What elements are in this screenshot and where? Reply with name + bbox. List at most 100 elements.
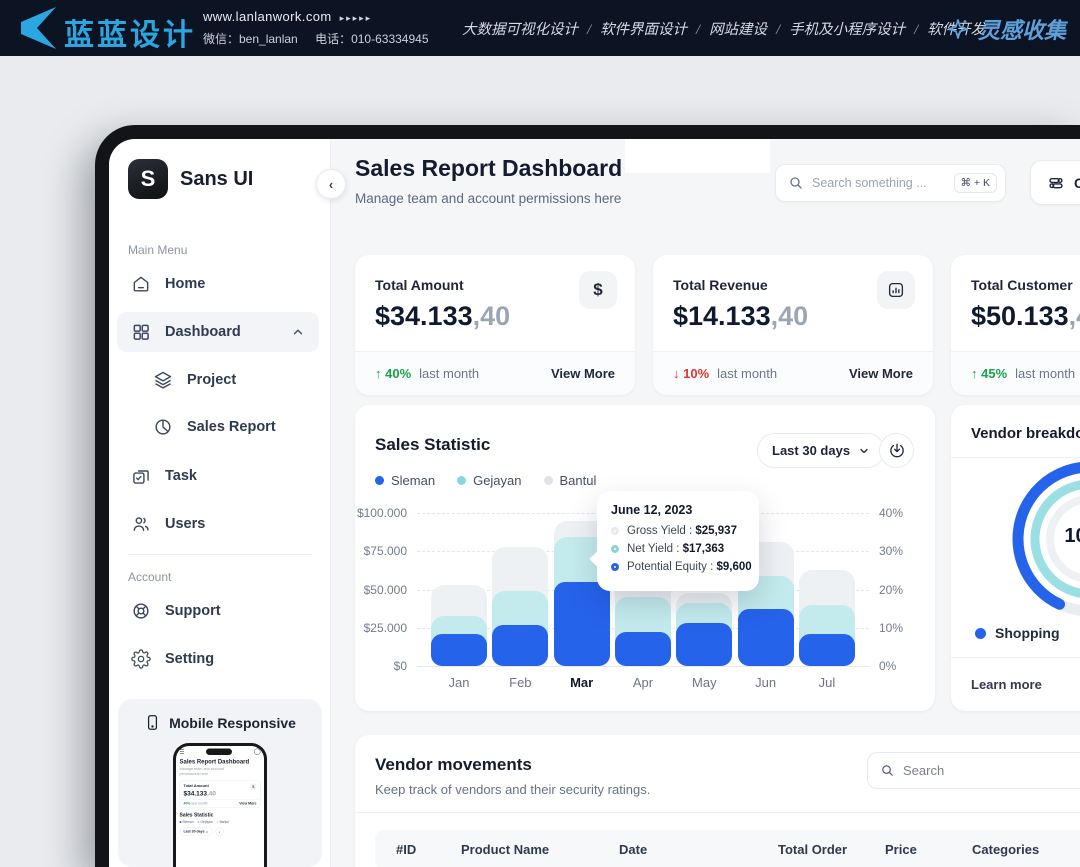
sidebar-item-home[interactable]: Home bbox=[117, 264, 319, 304]
table-search[interactable] bbox=[867, 752, 1080, 789]
mini-card-title: Total Amount bbox=[184, 784, 257, 789]
sidebar-item-label: Dashboard bbox=[165, 324, 241, 340]
account-label: Account bbox=[128, 570, 171, 584]
bar-sleman bbox=[799, 634, 855, 666]
customize-label: Cu bbox=[1074, 175, 1080, 191]
table-column-header: Price bbox=[885, 842, 917, 857]
mini-subtitle: Manage team and account permissions here bbox=[180, 767, 235, 777]
chart-bar-group bbox=[431, 513, 487, 666]
legend-dot bbox=[375, 476, 384, 485]
vendor-breakdown-card: Vendor breakdown 100% Shopping Learn mor… bbox=[951, 405, 1080, 711]
stat-title: Total Amount bbox=[375, 277, 464, 293]
sales-statistic-card: Sales Statistic Sleman Gejayan Bantul La… bbox=[355, 405, 935, 711]
table-column-header: Date bbox=[619, 842, 647, 857]
sidebar-item-label: Project bbox=[187, 372, 236, 388]
lanlan-logo-icon bbox=[14, 7, 60, 49]
brand-logo-icon: S bbox=[128, 159, 168, 199]
table-column-header: Product Name bbox=[461, 842, 549, 857]
mini-section-title: Sales Statistic bbox=[180, 813, 261, 819]
sidebar-item-users[interactable]: Users bbox=[117, 504, 319, 544]
donut-center-value: 100% bbox=[1050, 525, 1080, 548]
stat-title: Total Revenue bbox=[673, 277, 768, 293]
stat-card-total-customer: Total Customer $50.133,40 ↑ 45% last mon… bbox=[951, 255, 1080, 395]
sidebar-collapse-button[interactable]: ‹ bbox=[316, 169, 346, 199]
sidebar-item-sales-report[interactable]: Sales Report bbox=[117, 407, 319, 447]
chart-tooltip: June 12, 2023 Gross Yield : $25,937 Net … bbox=[597, 491, 759, 591]
mini-search-icon bbox=[254, 749, 261, 756]
banner-website[interactable]: www.lanlanwork.com bbox=[203, 9, 332, 24]
bar-sleman bbox=[492, 625, 548, 666]
banner-menu: 大数据可视化设计/软件界面设计/网站建设/手机及小程序设计/软件开发 bbox=[462, 18, 912, 39]
banner-menu-item[interactable]: 软件界面设计 bbox=[600, 22, 687, 38]
date-range-dropdown[interactable]: Last 30 days bbox=[757, 433, 885, 468]
x-axis-label: Jan bbox=[431, 675, 487, 690]
stat-title: Total Customer bbox=[971, 277, 1073, 293]
trend-badge: ↓ 10% bbox=[673, 366, 709, 381]
bar-sleman bbox=[738, 609, 794, 666]
banner-collect-link[interactable]: 灵感收集 bbox=[946, 13, 1066, 45]
brand-name: Sans UI bbox=[180, 168, 253, 191]
page-subtitle: Manage team and account permissions here bbox=[355, 191, 621, 206]
learn-more-link[interactable]: Learn more bbox=[971, 677, 1042, 692]
x-axis-label: Apr bbox=[615, 675, 671, 690]
chevron-up-icon bbox=[291, 325, 305, 339]
page-title: Sales Report Dashboard bbox=[355, 155, 622, 182]
mini-menu-icon: ☰ bbox=[180, 749, 185, 756]
banner-menu-item[interactable]: 手机及小程序设计 bbox=[789, 22, 905, 38]
trend-badge: ↑ 40% bbox=[375, 366, 411, 381]
sidebar-item-label: Task bbox=[165, 468, 197, 484]
table-search-input[interactable] bbox=[903, 763, 1080, 778]
sidebar-item-label: Users bbox=[165, 516, 205, 532]
view-more-link[interactable]: View More bbox=[849, 366, 913, 381]
table-column-header: Categories bbox=[972, 842, 1039, 857]
banner-collect-label: 灵感收集 bbox=[978, 13, 1066, 45]
stat-value: $50.133 bbox=[971, 301, 1069, 331]
sidebar-item-project[interactable]: Project bbox=[117, 360, 319, 400]
bar-sleman bbox=[676, 623, 732, 666]
x-axis-label: May bbox=[676, 675, 732, 690]
x-axis-label: Mar bbox=[554, 675, 610, 690]
banner-contact: www.lanlanwork.com▸▸▸▸▸ 微信：ben_lanlan 电话… bbox=[203, 9, 443, 47]
users-icon bbox=[131, 514, 151, 534]
main-menu-label: Main Menu bbox=[128, 243, 187, 257]
sidebar-item-label: Home bbox=[165, 276, 205, 292]
banner-menu-item[interactable]: 网站建设 bbox=[709, 22, 767, 38]
y-axis-right: 40%30%20%10%0% bbox=[879, 513, 923, 666]
sidebar-item-label: Support bbox=[165, 603, 221, 619]
stat-value: $14.133 bbox=[673, 301, 771, 331]
legend-dot bbox=[544, 476, 553, 485]
brand: S Sans UI bbox=[128, 159, 253, 199]
banner-menu-item[interactable]: 大数据可视化设计 bbox=[462, 22, 578, 38]
mini-title: Sales Report Dashboard bbox=[180, 758, 261, 765]
banner-phone: 电话：010-63334945 bbox=[315, 32, 428, 46]
legend-dot bbox=[975, 628, 986, 639]
mobile-card-title: Mobile Responsive bbox=[169, 715, 296, 731]
bar-sleman bbox=[431, 634, 487, 666]
dollar-icon: $ bbox=[579, 271, 617, 309]
shortcut-badge: ⌘ + K bbox=[954, 173, 997, 193]
sidebar-item-setting[interactable]: Setting bbox=[117, 639, 319, 679]
search-icon bbox=[788, 175, 804, 191]
task-check-icon bbox=[131, 466, 151, 486]
sidebar: S Sans UI Main Menu Home Dashboard Proje… bbox=[109, 139, 331, 867]
table-column-header: #ID bbox=[396, 842, 416, 857]
search-input[interactable] bbox=[812, 176, 954, 190]
trend-note: last month bbox=[1015, 366, 1075, 381]
customize-button[interactable]: Cu bbox=[1030, 160, 1080, 205]
global-search[interactable]: ⌘ + K bbox=[775, 164, 1006, 202]
search-icon bbox=[880, 763, 895, 778]
phone-mockup: ☰ Sales Report Dashboard Manage team and… bbox=[173, 743, 267, 867]
gear-icon bbox=[131, 649, 151, 669]
sidebar-item-dashboard[interactable]: Dashboard bbox=[117, 312, 319, 352]
legend-dot bbox=[457, 476, 466, 485]
dashboard-screen: S Sans UI Main Menu Home Dashboard Proje… bbox=[109, 139, 1080, 867]
sidebar-item-label: Setting bbox=[165, 651, 214, 667]
sidebar-item-task[interactable]: Task bbox=[117, 456, 319, 496]
sidebar-item-support[interactable]: Support bbox=[117, 591, 319, 631]
dashboard-grid-icon bbox=[131, 322, 151, 342]
x-axis-label: Jun bbox=[738, 675, 794, 690]
view-more-link[interactable]: View More bbox=[551, 366, 615, 381]
mini-stat-card: $ Total Amount $34.133,40 40% last month… bbox=[180, 780, 261, 808]
download-button[interactable] bbox=[879, 433, 914, 468]
tooltip-date: June 12, 2023 bbox=[611, 503, 747, 517]
